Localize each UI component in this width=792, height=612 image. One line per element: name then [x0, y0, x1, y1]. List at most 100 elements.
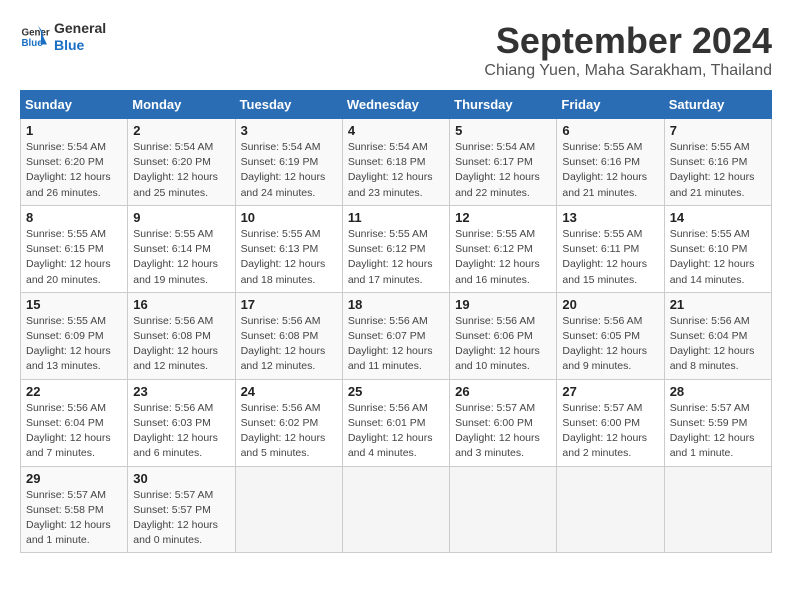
calendar-cell: 15Sunrise: 5:55 AMSunset: 6:09 PMDayligh…	[21, 292, 128, 379]
svg-text:Blue: Blue	[22, 38, 44, 49]
calendar-cell: 14 Sunrise: 5:55 AMSunset: 6:10 PMDayligh…	[664, 205, 771, 292]
weekday-header: Thursday	[450, 91, 557, 119]
calendar-cell	[342, 466, 449, 553]
day-detail: Sunrise: 5:56 AMSunset: 6:02 PMDaylight:…	[241, 401, 337, 462]
day-number: 14	[670, 210, 766, 225]
calendar-cell: 27 Sunrise: 5:57 AMSunset: 6:00 PMDayligh…	[557, 379, 664, 466]
calendar-cell: 25 Sunrise: 5:56 AMSunset: 6:01 PMDayligh…	[342, 379, 449, 466]
day-number: 11	[348, 210, 444, 225]
weekday-header: Sunday	[21, 91, 128, 119]
day-detail: Sunrise: 5:54 AMSunset: 6:19 PMDaylight:…	[241, 140, 337, 201]
day-detail: Sunrise: 5:57 AMSunset: 6:00 PMDaylight:…	[562, 401, 658, 462]
day-number: 1	[26, 123, 122, 138]
day-detail: Sunrise: 5:54 AMSunset: 6:20 PMDaylight:…	[133, 140, 229, 201]
day-detail: Sunrise: 5:54 AMSunset: 6:17 PMDaylight:…	[455, 140, 551, 201]
weekday-header: Saturday	[664, 91, 771, 119]
day-number: 18	[348, 297, 444, 312]
day-number: 28	[670, 384, 766, 399]
logo-icon: General Blue	[20, 22, 50, 52]
svg-text:General: General	[22, 27, 51, 38]
day-number: 13	[562, 210, 658, 225]
calendar-cell: 8 Sunrise: 5:55 AMSunset: 6:15 PMDaylight…	[21, 205, 128, 292]
calendar-table: SundayMondayTuesdayWednesdayThursdayFrid…	[20, 90, 772, 553]
calendar-cell: 7 Sunrise: 5:55 AMSunset: 6:16 PMDaylight…	[664, 119, 771, 206]
day-number: 15	[26, 297, 122, 312]
day-number: 8	[26, 210, 122, 225]
day-detail: Sunrise: 5:56 AMSunset: 6:08 PMDaylight:…	[241, 314, 337, 375]
day-detail: Sunrise: 5:55 AMSunset: 6:14 PMDaylight:…	[133, 227, 229, 288]
day-detail: Sunrise: 5:55 AMSunset: 6:15 PMDaylight:…	[26, 227, 122, 288]
day-number: 10	[241, 210, 337, 225]
day-detail: Sunrise: 5:56 AMSunset: 6:07 PMDaylight:…	[348, 314, 444, 375]
weekday-header: Tuesday	[235, 91, 342, 119]
calendar-cell: 6 Sunrise: 5:55 AMSunset: 6:16 PMDaylight…	[557, 119, 664, 206]
day-detail: Sunrise: 5:55 AMSunset: 6:12 PMDaylight:…	[348, 227, 444, 288]
day-detail: Sunrise: 5:54 AMSunset: 6:20 PMDaylight:…	[26, 140, 122, 201]
page-header: General Blue General Blue September 2024…	[20, 20, 772, 80]
calendar-title: September 2024	[484, 20, 772, 62]
weekday-header: Wednesday	[342, 91, 449, 119]
calendar-cell: 13Sunrise: 5:55 AMSunset: 6:11 PMDayligh…	[557, 205, 664, 292]
day-detail: Sunrise: 5:56 AMSunset: 6:04 PMDaylight:…	[26, 401, 122, 462]
calendar-week-row: 22Sunrise: 5:56 AMSunset: 6:04 PMDayligh…	[21, 379, 772, 466]
weekday-header: Monday	[128, 91, 235, 119]
calendar-cell	[235, 466, 342, 553]
calendar-cell: 3 Sunrise: 5:54 AMSunset: 6:19 PMDaylight…	[235, 119, 342, 206]
day-number: 24	[241, 384, 337, 399]
day-detail: Sunrise: 5:55 AMSunset: 6:10 PMDaylight:…	[670, 227, 766, 288]
day-detail: Sunrise: 5:55 AMSunset: 6:16 PMDaylight:…	[670, 140, 766, 201]
day-detail: Sunrise: 5:54 AMSunset: 6:18 PMDaylight:…	[348, 140, 444, 201]
calendar-cell: 4Sunrise: 5:54 AMSunset: 6:18 PMDaylight…	[342, 119, 449, 206]
day-detail: Sunrise: 5:56 AMSunset: 6:01 PMDaylight:…	[348, 401, 444, 462]
calendar-cell: 10Sunrise: 5:55 AMSunset: 6:13 PMDayligh…	[235, 205, 342, 292]
calendar-cell: 5 Sunrise: 5:54 AMSunset: 6:17 PMDaylight…	[450, 119, 557, 206]
calendar-cell: 16 Sunrise: 5:56 AMSunset: 6:08 PMDayligh…	[128, 292, 235, 379]
calendar-body: 1 Sunrise: 5:54 AMSunset: 6:20 PMDaylight…	[21, 119, 772, 553]
day-number: 7	[670, 123, 766, 138]
day-detail: Sunrise: 5:57 AMSunset: 5:59 PMDaylight:…	[670, 401, 766, 462]
calendar-subtitle: Chiang Yuen, Maha Sarakham, Thailand	[484, 62, 772, 80]
title-section: September 2024 Chiang Yuen, Maha Sarakha…	[484, 20, 772, 80]
logo-blue: Blue	[54, 37, 106, 54]
calendar-cell: 18 Sunrise: 5:56 AMSunset: 6:07 PMDayligh…	[342, 292, 449, 379]
calendar-week-row: 8 Sunrise: 5:55 AMSunset: 6:15 PMDaylight…	[21, 205, 772, 292]
day-number: 29	[26, 471, 122, 486]
day-detail: Sunrise: 5:55 AMSunset: 6:12 PMDaylight:…	[455, 227, 551, 288]
day-number: 2	[133, 123, 229, 138]
day-number: 16	[133, 297, 229, 312]
calendar-cell	[450, 466, 557, 553]
day-detail: Sunrise: 5:56 AMSunset: 6:04 PMDaylight:…	[670, 314, 766, 375]
day-detail: Sunrise: 5:55 AMSunset: 6:16 PMDaylight:…	[562, 140, 658, 201]
calendar-cell: 20Sunrise: 5:56 AMSunset: 6:05 PMDayligh…	[557, 292, 664, 379]
calendar-cell: 28 Sunrise: 5:57 AMSunset: 5:59 PMDayligh…	[664, 379, 771, 466]
day-number: 12	[455, 210, 551, 225]
logo: General Blue General Blue	[20, 20, 106, 54]
day-number: 19	[455, 297, 551, 312]
calendar-week-row: 1 Sunrise: 5:54 AMSunset: 6:20 PMDaylight…	[21, 119, 772, 206]
calendar-cell: 17 Sunrise: 5:56 AMSunset: 6:08 PMDayligh…	[235, 292, 342, 379]
day-number: 3	[241, 123, 337, 138]
day-number: 5	[455, 123, 551, 138]
day-detail: Sunrise: 5:56 AMSunset: 6:06 PMDaylight:…	[455, 314, 551, 375]
calendar-cell: 11 Sunrise: 5:55 AMSunset: 6:12 PMDayligh…	[342, 205, 449, 292]
day-number: 17	[241, 297, 337, 312]
day-detail: Sunrise: 5:57 AMSunset: 5:58 PMDaylight:…	[26, 488, 122, 549]
calendar-cell: 29 Sunrise: 5:57 AMSunset: 5:58 PMDayligh…	[21, 466, 128, 553]
day-number: 20	[562, 297, 658, 312]
calendar-cell: 26 Sunrise: 5:57 AMSunset: 6:00 PMDayligh…	[450, 379, 557, 466]
day-number: 25	[348, 384, 444, 399]
day-number: 30	[133, 471, 229, 486]
day-number: 26	[455, 384, 551, 399]
calendar-cell: 12 Sunrise: 5:55 AMSunset: 6:12 PMDayligh…	[450, 205, 557, 292]
calendar-cell	[664, 466, 771, 553]
day-number: 21	[670, 297, 766, 312]
calendar-cell: 30Sunrise: 5:57 AMSunset: 5:57 PMDayligh…	[128, 466, 235, 553]
calendar-cell: 2 Sunrise: 5:54 AMSunset: 6:20 PMDaylight…	[128, 119, 235, 206]
calendar-cell	[557, 466, 664, 553]
day-detail: Sunrise: 5:57 AMSunset: 6:00 PMDaylight:…	[455, 401, 551, 462]
day-number: 9	[133, 210, 229, 225]
day-detail: Sunrise: 5:56 AMSunset: 6:08 PMDaylight:…	[133, 314, 229, 375]
calendar-cell: 22Sunrise: 5:56 AMSunset: 6:04 PMDayligh…	[21, 379, 128, 466]
day-number: 6	[562, 123, 658, 138]
day-number: 27	[562, 384, 658, 399]
